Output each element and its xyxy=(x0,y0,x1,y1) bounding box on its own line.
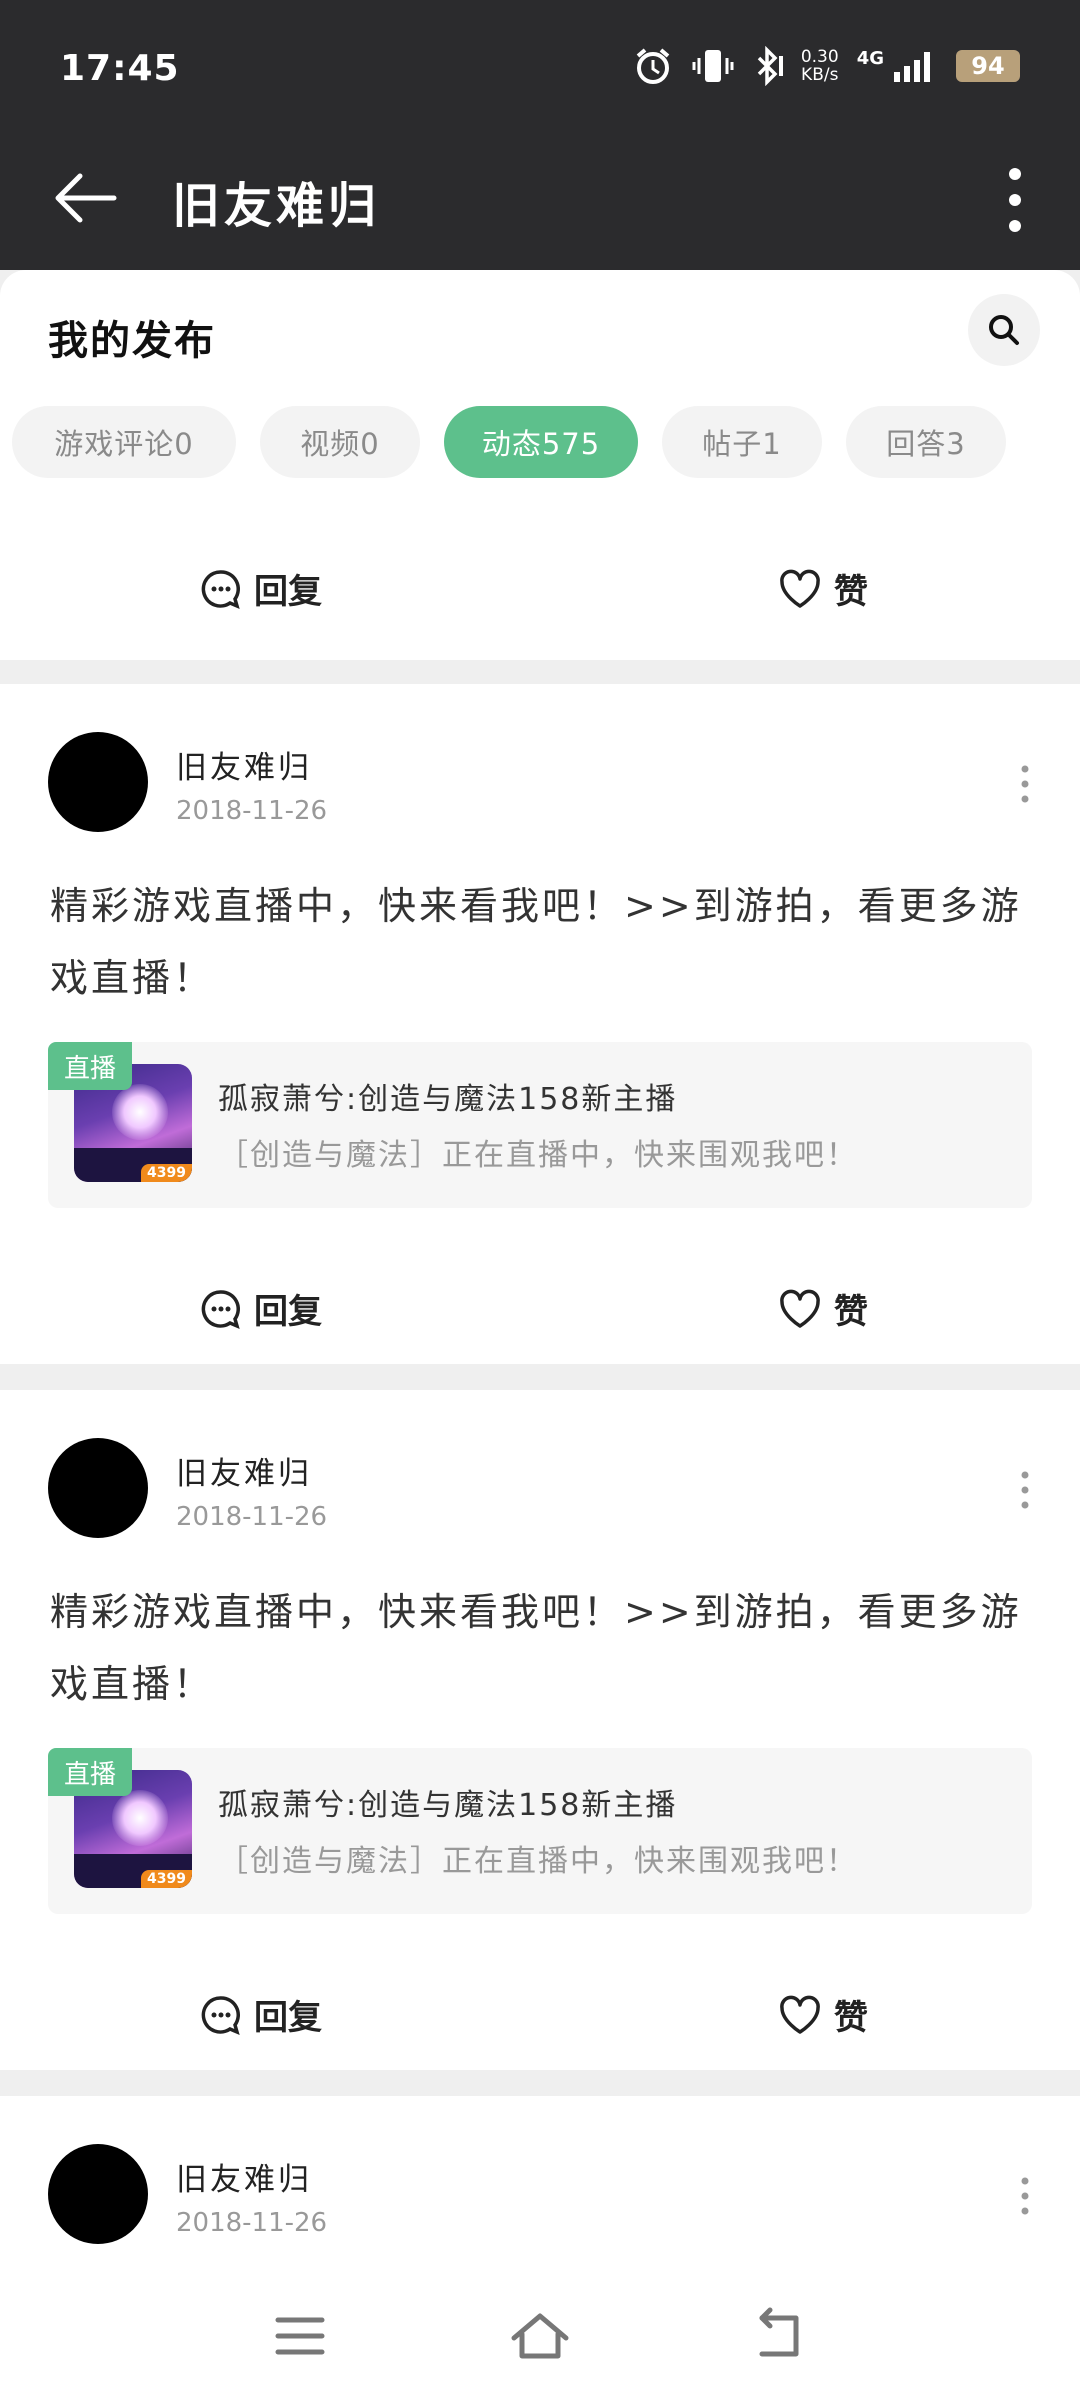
thumbnail-glow xyxy=(112,1790,168,1846)
heart-icon xyxy=(780,569,820,608)
battery-icon: 94 xyxy=(956,50,1020,82)
post-date: 2018-11-26 xyxy=(176,796,328,826)
home-icon[interactable] xyxy=(508,2304,572,2368)
alarm-icon xyxy=(636,48,670,84)
comment-icon xyxy=(201,1289,240,1329)
tab-game-reviews[interactable]: 游戏评论0 xyxy=(12,406,236,478)
reply-button[interactable]: 回复 xyxy=(200,1990,322,2039)
post-more-icon[interactable] xyxy=(1010,1468,1040,1512)
avatar[interactable] xyxy=(48,2144,148,2244)
more-vertical-icon[interactable] xyxy=(990,160,1040,240)
live-stream-card[interactable]: 直播 4399 孤寂萧兮:创造与魔法158新主播 ［创造与魔法］正在直播中，快来… xyxy=(48,1748,1032,1914)
app-bar: 旧友难归 xyxy=(0,130,1080,270)
live-badge: 直播 xyxy=(48,1748,132,1796)
bluetooth-icon xyxy=(757,46,783,86)
live-stream-card[interactable]: 直播 4399 孤寂萧兮:创造与魔法158新主播 ［创造与魔法］正在直播中，快来… xyxy=(48,1042,1032,1208)
post-actions: 回复 赞 xyxy=(0,1260,1080,1360)
post-more-icon[interactable] xyxy=(1010,762,1040,806)
section-title: 我的发布 xyxy=(44,308,242,370)
tab-updates[interactable]: 动态575 xyxy=(444,406,638,478)
comment-icon xyxy=(201,569,240,609)
heart-icon xyxy=(780,1289,820,1328)
tab-videos[interactable]: 视频0 xyxy=(260,406,420,478)
search-button[interactable] xyxy=(968,294,1040,366)
tab-threads[interactable]: 帖子1 xyxy=(662,406,822,478)
post-content: 精彩游戏直播中，快来看我吧！>>到游拍，看更多游戏直播！ xyxy=(50,1590,1022,1706)
page-title: 旧友难归 xyxy=(172,178,381,234)
thumbnail-logo: 4399 xyxy=(141,1870,192,1888)
search-icon xyxy=(989,315,1019,345)
post-username[interactable]: 旧友难归 xyxy=(176,1448,312,1493)
nav-back-icon[interactable] xyxy=(748,2304,812,2368)
live-title: 孤寂萧兮:创造与魔法158新主播 xyxy=(218,1082,678,1117)
net-speed: 0.30 KB/s xyxy=(800,47,839,85)
my-posts-panel: 我的发布 游戏评论0 视频0 动态575 帖子1 回答3 回复 赞 xyxy=(0,270,1080,660)
filter-tabs: 游戏评论0 视频0 动态575 帖子1 回答3 xyxy=(12,406,1006,478)
reply-button[interactable]: 回复 xyxy=(200,1284,322,1333)
status-icons: 0.30 KB/s 4G 94 xyxy=(633,46,1020,86)
live-description: ［创造与魔法］正在直播中，快来围观我吧！ xyxy=(218,1844,858,1879)
status-time: 17:45 xyxy=(60,48,180,89)
live-title: 孤寂萧兮:创造与魔法158新主播 xyxy=(218,1788,678,1823)
like-button[interactable]: 赞 xyxy=(778,1284,868,1333)
like-button[interactable]: 赞 xyxy=(778,1990,868,2039)
post-username[interactable]: 旧友难归 xyxy=(176,742,312,787)
reply-button[interactable]: 回复 xyxy=(200,564,322,613)
post-username[interactable]: 旧友难归 xyxy=(176,2154,312,2199)
net-type: 4G xyxy=(856,47,884,69)
tab-answers[interactable]: 回答3 xyxy=(846,406,1006,478)
post-content: 精彩游戏直播中，快来看我吧！>>到游拍，看更多游戏直播！ xyxy=(50,884,1022,1000)
avatar[interactable] xyxy=(48,732,148,832)
heart-icon xyxy=(780,1995,820,2034)
comment-icon xyxy=(201,1995,240,2035)
live-description: ［创造与魔法］正在直播中，快来围观我吧！ xyxy=(218,1138,858,1173)
system-nav-bar xyxy=(0,2270,1080,2400)
post-card: 旧友难归 2018-11-26 xyxy=(0,2096,1080,2270)
post-date: 2018-11-26 xyxy=(176,1502,328,1532)
post-card: 旧友难归 2018-11-26 精彩游戏直播中，快来看我吧！>>到游拍，看更多游… xyxy=(0,684,1080,1364)
thumbnail-logo: 4399 xyxy=(141,1164,192,1182)
post-more-icon[interactable] xyxy=(1010,2174,1040,2218)
post-date: 2018-11-26 xyxy=(176,2208,328,2238)
avatar[interactable] xyxy=(48,1438,148,1538)
menu-icon[interactable] xyxy=(268,2304,332,2368)
thumbnail-glow xyxy=(112,1084,168,1140)
post-actions: 回复 赞 xyxy=(0,540,1080,640)
vibrate-icon xyxy=(692,50,734,82)
signal-icon xyxy=(894,52,930,82)
status-bar: 17:45 0.30 KB/s 4G 94 xyxy=(0,0,1080,130)
like-button[interactable]: 赞 xyxy=(778,564,868,613)
live-badge: 直播 xyxy=(48,1042,132,1090)
post-card: 旧友难归 2018-11-26 精彩游戏直播中，快来看我吧！>>到游拍，看更多游… xyxy=(0,1390,1080,2070)
post-actions: 回复 赞 xyxy=(0,1966,1080,2066)
back-arrow-icon[interactable] xyxy=(50,168,120,228)
